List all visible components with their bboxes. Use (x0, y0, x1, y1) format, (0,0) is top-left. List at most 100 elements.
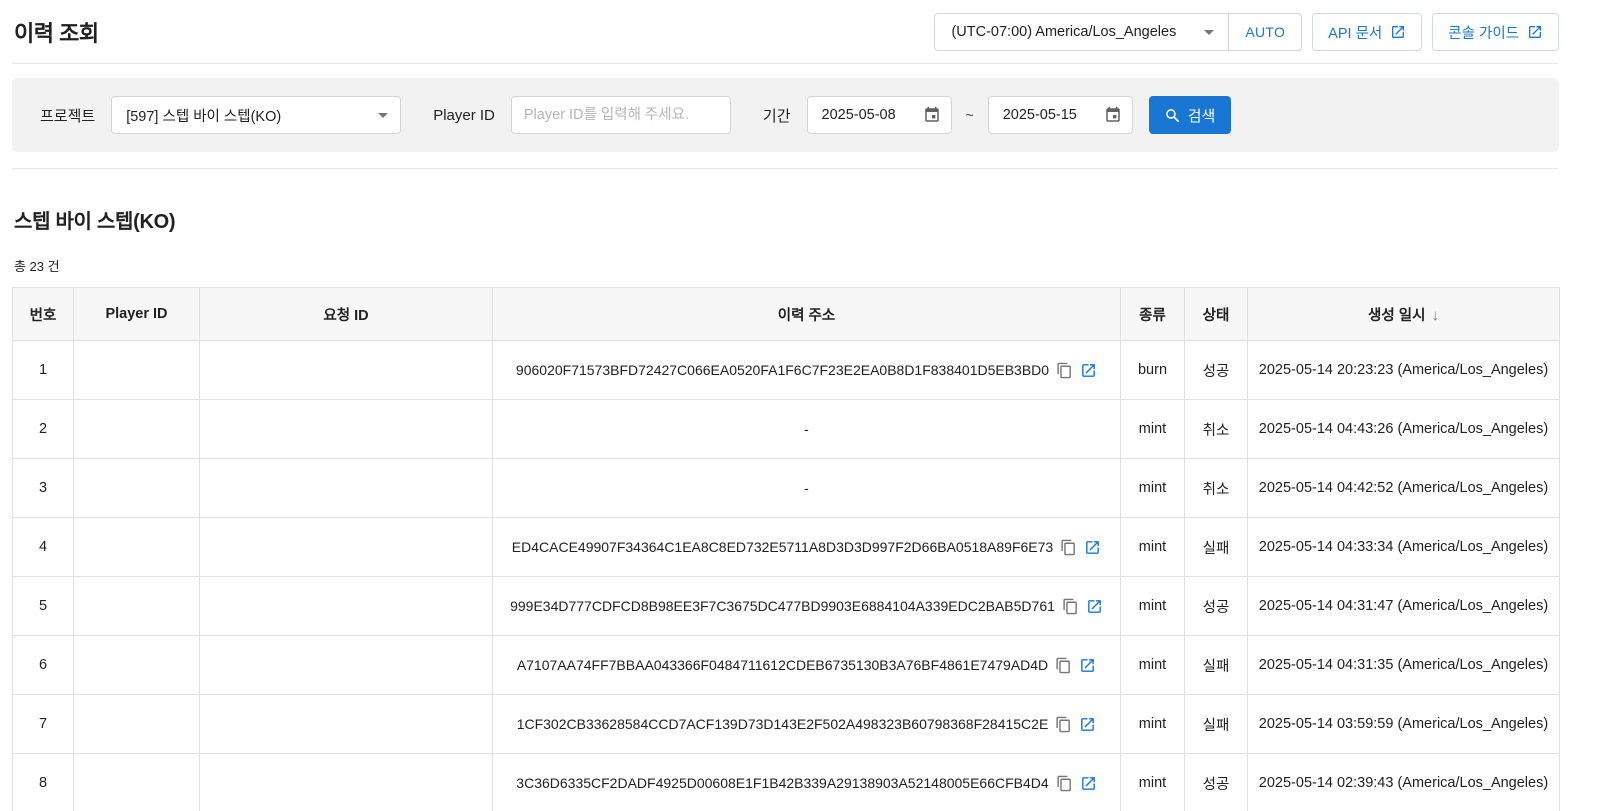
copy-icon[interactable] (1060, 539, 1077, 556)
filter-divider (12, 168, 1559, 169)
table-row: 5 999E34D777CDFCD8B98EE3F7C3675DC477BD99… (13, 577, 1560, 636)
column-header-type: 종류 (1121, 288, 1185, 341)
external-link-icon[interactable] (1084, 539, 1101, 556)
timezone-value: (UTC-07:00) America/Los_Angeles (951, 24, 1176, 40)
api-doc-button[interactable]: API 문서 (1312, 13, 1422, 51)
table-row: 8 3C36D6335CF2DADF4925D00608E1F1B42B339A… (13, 754, 1560, 811)
calendar-icon (1104, 106, 1122, 124)
address-text: 3C36D6335CF2DADF4925D00608E1F1B42B339A29… (516, 775, 1048, 791)
date-range-separator: ~ (966, 107, 974, 123)
history-table: 번호 Player ID 요청 ID 이력 주소 종류 상태 생성 일시↓ 1 … (12, 287, 1560, 811)
cell-no: 2 (13, 400, 74, 459)
cell-type: mint (1121, 754, 1185, 811)
cell-request-id (200, 695, 493, 754)
cell-no: 3 (13, 459, 74, 518)
cell-type: burn (1121, 341, 1185, 400)
chevron-down-icon (378, 113, 388, 118)
date-to-value: 2025-05-15 (1003, 107, 1077, 123)
table-body: 1 906020F71573BFD72427C066EA0520FA1F6C7F… (13, 341, 1560, 811)
cell-request-id (200, 400, 493, 459)
external-link-icon (1390, 24, 1406, 40)
cell-type: mint (1121, 459, 1185, 518)
copy-icon[interactable] (1055, 657, 1072, 674)
external-link-icon[interactable] (1086, 598, 1103, 615)
cell-player-id (74, 341, 200, 400)
cell-no: 5 (13, 577, 74, 636)
filter-bar: 프로젝트 [597] 스텝 바이 스텝(KO) Player ID 기간 202… (12, 78, 1559, 152)
console-guide-button[interactable]: 콘솔 가이드 (1432, 13, 1559, 51)
total-count: 총 23 건 (12, 256, 1559, 275)
cell-address: ED4CACE49907F34364C1EA8C8ED732E5711A8D3D… (493, 518, 1121, 577)
copy-icon[interactable] (1056, 775, 1073, 792)
cell-status: 실패 (1185, 695, 1248, 754)
cell-status: 취소 (1185, 400, 1248, 459)
cell-type: mint (1121, 518, 1185, 577)
external-link-icon[interactable] (1080, 775, 1097, 792)
date-to-input[interactable]: 2025-05-15 (988, 96, 1133, 134)
cell-created-at: 2025-05-14 04:31:35 (America/Los_Angeles… (1248, 636, 1560, 695)
address-text: 1CF302CB33628584CCD7ACF139D73D143E2F502A… (517, 716, 1049, 732)
cell-address: A7107AA74FF7BBAA043366F0484711612CDEB673… (493, 636, 1121, 695)
address-text: 906020F71573BFD72427C066EA0520FA1F6C7F23… (516, 362, 1049, 378)
cell-type: mint (1121, 695, 1185, 754)
address-text: A7107AA74FF7BBAA043366F0484711612CDEB673… (517, 657, 1048, 673)
cell-status: 실패 (1185, 636, 1248, 695)
date-from-input[interactable]: 2025-05-08 (807, 96, 952, 134)
header-controls: (UTC-07:00) America/Los_Angeles AUTO API… (934, 13, 1559, 51)
cell-created-at: 2025-05-14 04:43:26 (America/Los_Angeles… (1248, 400, 1560, 459)
column-header-address: 이력 주소 (493, 288, 1121, 341)
address-text: - (804, 421, 809, 437)
section-title: 스텝 바이 스텝(KO) (12, 205, 1559, 234)
calendar-icon (923, 106, 941, 124)
column-header-request-id: 요청 ID (200, 288, 493, 341)
cell-player-id (74, 695, 200, 754)
timezone-group: (UTC-07:00) America/Los_Angeles AUTO (934, 13, 1302, 51)
project-label: 프로젝트 (40, 105, 95, 126)
cell-created-at: 2025-05-14 20:23:23 (America/Los_Angeles… (1248, 341, 1560, 400)
project-select-value: [597] 스텝 바이 스텝(KO) (126, 105, 281, 126)
player-id-label: Player ID (433, 107, 495, 124)
external-link-icon (1527, 24, 1543, 40)
copy-icon[interactable] (1055, 716, 1072, 733)
cell-created-at: 2025-05-14 03:59:59 (America/Los_Angeles… (1248, 695, 1560, 754)
cell-created-at: 2025-05-14 04:33:34 (America/Los_Angeles… (1248, 518, 1560, 577)
search-button[interactable]: 검색 (1149, 96, 1232, 134)
copy-icon[interactable] (1062, 598, 1079, 615)
cell-address: 3C36D6335CF2DADF4925D00608E1F1B42B339A29… (493, 754, 1121, 811)
cell-no: 4 (13, 518, 74, 577)
timezone-auto-button[interactable]: AUTO (1228, 14, 1301, 50)
column-header-player-id: Player ID (74, 288, 200, 341)
cell-status: 실패 (1185, 518, 1248, 577)
cell-player-id (74, 754, 200, 811)
table-row: 2 - mint 취소 2025-05-14 04:43:26 (America… (13, 400, 1560, 459)
external-link-icon[interactable] (1079, 716, 1096, 733)
address-text: ED4CACE49907F34364C1EA8C8ED732E5711A8D3D… (512, 539, 1053, 555)
cell-request-id (200, 459, 493, 518)
address-text: 999E34D777CDFCD8B98EE3F7C3675DC477BD9903… (510, 598, 1055, 614)
cell-address: 999E34D777CDFCD8B98EE3F7C3675DC477BD9903… (493, 577, 1121, 636)
player-id-input[interactable] (511, 96, 731, 134)
table-row: 7 1CF302CB33628584CCD7ACF139D73D143E2F50… (13, 695, 1560, 754)
cell-no: 8 (13, 754, 74, 811)
table-row: 3 - mint 취소 2025-05-14 04:42:52 (America… (13, 459, 1560, 518)
external-link-icon[interactable] (1079, 657, 1096, 674)
cell-player-id (74, 636, 200, 695)
cell-created-at: 2025-05-14 04:42:52 (America/Los_Angeles… (1248, 459, 1560, 518)
table-row: 6 A7107AA74FF7BBAA043366F0484711612CDEB6… (13, 636, 1560, 695)
external-link-icon[interactable] (1080, 362, 1097, 379)
cell-status: 성공 (1185, 577, 1248, 636)
page-header: 이력 조회 (UTC-07:00) America/Los_Angeles AU… (12, 0, 1559, 63)
table-header-row: 번호 Player ID 요청 ID 이력 주소 종류 상태 생성 일시↓ (13, 288, 1560, 341)
table-row: 4 ED4CACE49907F34364C1EA8C8ED732E5711A8D… (13, 518, 1560, 577)
copy-icon[interactable] (1056, 362, 1073, 379)
cell-request-id (200, 577, 493, 636)
project-select[interactable]: [597] 스텝 바이 스텝(KO) (111, 96, 401, 134)
column-header-created-at[interactable]: 생성 일시↓ (1248, 288, 1560, 341)
header-divider (12, 63, 1559, 64)
history-lookup-page: 이력 조회 (UTC-07:00) America/Los_Angeles AU… (0, 0, 1601, 811)
cell-status: 성공 (1185, 754, 1248, 811)
cell-type: mint (1121, 577, 1185, 636)
timezone-select[interactable]: (UTC-07:00) America/Los_Angeles (935, 14, 1228, 50)
console-guide-label: 콘솔 가이드 (1448, 22, 1519, 43)
api-doc-label: API 문서 (1328, 22, 1382, 43)
